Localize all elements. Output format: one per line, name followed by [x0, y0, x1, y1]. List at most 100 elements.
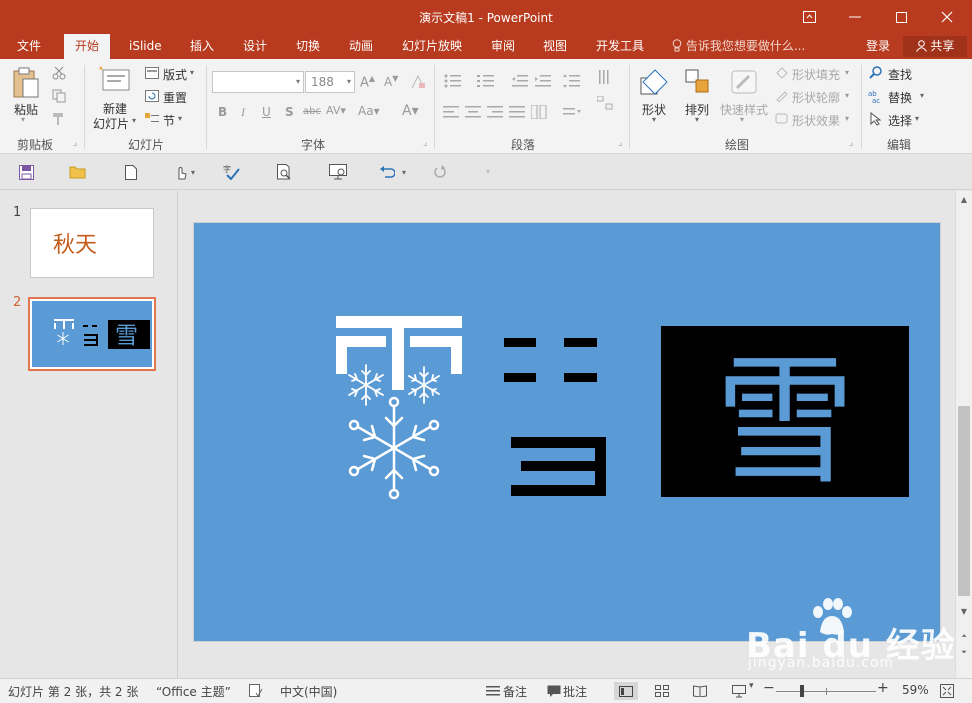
shape-fill-dropdown-icon[interactable]: ▾ — [845, 68, 849, 77]
new-slide-label-line2[interactable]: 幻灯片 — [93, 115, 129, 132]
tab-file[interactable]: 文件 — [6, 34, 52, 59]
select-dropdown-icon[interactable]: ▾ — [915, 114, 919, 123]
text-direction-icon[interactable] — [595, 68, 615, 90]
shapes-icon[interactable] — [638, 67, 670, 97]
find-button[interactable]: 查找 — [888, 66, 912, 83]
replace-dropdown-icon[interactable]: ▾ — [920, 91, 924, 100]
layout-dropdown-icon[interactable]: ▾ — [190, 68, 194, 77]
character-spacing-icon[interactable]: AV▾ — [326, 104, 346, 117]
select-icon[interactable] — [868, 112, 884, 126]
font-name-combo[interactable]: ▾ — [212, 71, 304, 93]
shape-outline-button[interactable]: 形状轮廓 — [792, 89, 840, 106]
bullets-icon[interactable] — [442, 73, 464, 89]
align-text-icon[interactable] — [561, 105, 583, 119]
drawing-launcher-icon[interactable]: ⌟ — [849, 138, 853, 148]
normal-view-icon[interactable] — [614, 682, 638, 700]
slideshow-view-dropdown-icon[interactable]: ▾ — [749, 681, 754, 691]
tab-insert[interactable]: 插入 — [179, 34, 225, 59]
section-icon[interactable] — [144, 112, 160, 126]
font-size-combo[interactable]: 188 ▾ — [305, 71, 355, 93]
zoom-in-icon[interactable]: + — [877, 680, 889, 696]
find-icon[interactable] — [868, 66, 884, 80]
next-slide-icon[interactable]: ⏷ — [956, 645, 972, 659]
paragraph-launcher-icon[interactable]: ⌟ — [618, 138, 622, 148]
scroll-up-icon[interactable]: ▲ — [956, 193, 972, 207]
italic-icon[interactable]: I — [241, 105, 245, 120]
tab-transitions[interactable]: 切换 — [285, 34, 331, 59]
increase-font-size-icon[interactable]: A▲ — [360, 74, 375, 90]
zoom-slider-thumb[interactable] — [800, 685, 804, 697]
decrease-font-size-icon[interactable]: A▼ — [384, 74, 398, 89]
cut-icon[interactable] — [50, 65, 68, 81]
new-file-icon[interactable] — [119, 161, 143, 183]
align-center-icon[interactable] — [464, 105, 482, 119]
language-text[interactable]: 中文(中国) — [280, 683, 337, 700]
comments-button[interactable]: 批注 — [563, 683, 587, 700]
paste-dropdown-icon[interactable]: ▾ — [21, 115, 25, 124]
slide-thumbnail-1[interactable]: 秋天 — [30, 208, 154, 278]
tab-review[interactable]: 审阅 — [480, 34, 526, 59]
arrange-dropdown-icon[interactable]: ▾ — [695, 115, 699, 124]
save-icon[interactable] — [14, 161, 38, 183]
section-button[interactable]: 节 — [163, 112, 175, 129]
zoom-out-icon[interactable]: − — [763, 680, 775, 696]
undo-icon[interactable] — [375, 161, 399, 183]
tab-view[interactable]: 视图 — [532, 34, 578, 59]
shape-effects-button[interactable]: 形状效果 — [792, 112, 840, 129]
shape-effects-icon[interactable] — [774, 112, 790, 126]
tab-animations[interactable]: 动画 — [338, 34, 384, 59]
quick-styles-icon[interactable] — [727, 67, 761, 97]
maximize-icon[interactable] — [878, 0, 924, 34]
close-icon[interactable] — [924, 0, 970, 34]
convert-smartart-icon[interactable] — [595, 94, 615, 112]
text-shadow-icon[interactable]: S — [285, 105, 294, 119]
tell-me-box[interactable]: 告诉我您想要做什么... — [672, 34, 805, 59]
ribbon-display-options-icon[interactable] — [786, 0, 832, 34]
vertical-scrollbar[interactable]: ▲ ▼ ⏶ ⏷ — [955, 191, 972, 678]
open-folder-icon[interactable] — [66, 161, 90, 183]
redo-icon[interactable] — [428, 161, 452, 183]
scrollbar-thumb[interactable] — [958, 406, 970, 596]
paste-icon[interactable] — [10, 65, 42, 101]
notes-button[interactable]: 备注 — [503, 683, 527, 700]
slide-sorter-view-icon[interactable] — [652, 683, 672, 699]
spelling-check-icon[interactable]: 字 — [220, 161, 244, 183]
shapes-dropdown-icon[interactable]: ▾ — [652, 115, 656, 124]
touch-mode-icon[interactable] — [169, 161, 193, 183]
comments-icon[interactable] — [546, 683, 562, 699]
align-right-icon[interactable] — [486, 105, 504, 119]
share-button[interactable]: 共享 — [903, 36, 967, 57]
zoom-level[interactable]: 59% — [902, 683, 929, 697]
reset-button[interactable]: 重置 — [163, 89, 187, 106]
reset-icon[interactable] — [144, 89, 160, 103]
fit-to-window-icon[interactable] — [938, 683, 956, 699]
increase-indent-icon[interactable] — [533, 73, 553, 89]
tab-design[interactable]: 设计 — [232, 34, 278, 59]
new-slide-icon[interactable] — [98, 65, 132, 95]
replace-icon[interactable]: ab ac — [868, 89, 884, 103]
shape-effects-dropdown-icon[interactable]: ▾ — [845, 114, 849, 123]
tab-developer[interactable]: 开发工具 — [585, 34, 655, 59]
touch-mode-dropdown-icon[interactable]: ▾ — [191, 168, 195, 177]
clear-formatting-icon[interactable] — [409, 73, 427, 91]
tab-home[interactable]: 开始 — [64, 34, 111, 59]
print-preview-icon[interactable] — [272, 161, 296, 183]
notes-icon[interactable] — [485, 683, 501, 699]
login-link[interactable]: 登录 — [866, 34, 890, 59]
quick-styles-dropdown-icon[interactable]: ▾ — [740, 115, 744, 124]
font-launcher-icon[interactable]: ⌟ — [423, 138, 427, 148]
font-color-icon[interactable]: A▾ — [402, 103, 419, 119]
previous-slide-icon[interactable]: ⏶ — [956, 629, 972, 643]
line-spacing-icon[interactable] — [561, 73, 583, 89]
slide-thumbnail-2[interactable]: 雪 — [28, 297, 156, 371]
bold-icon[interactable]: B — [218, 105, 227, 119]
tab-islide[interactable]: iSlide — [118, 34, 173, 59]
spelling-status-icon[interactable] — [248, 683, 264, 699]
shape-fill-button[interactable]: 形状填充 — [792, 66, 840, 83]
shape-outline-dropdown-icon[interactable]: ▾ — [845, 91, 849, 100]
layout-icon[interactable] — [144, 66, 160, 80]
current-slide[interactable]: 雪 — [193, 222, 941, 642]
customize-qat-icon[interactable]: ▾ — [486, 167, 490, 176]
tab-slideshow[interactable]: 幻灯片放映 — [391, 34, 473, 59]
clipboard-launcher-icon[interactable]: ⌟ — [73, 138, 77, 148]
